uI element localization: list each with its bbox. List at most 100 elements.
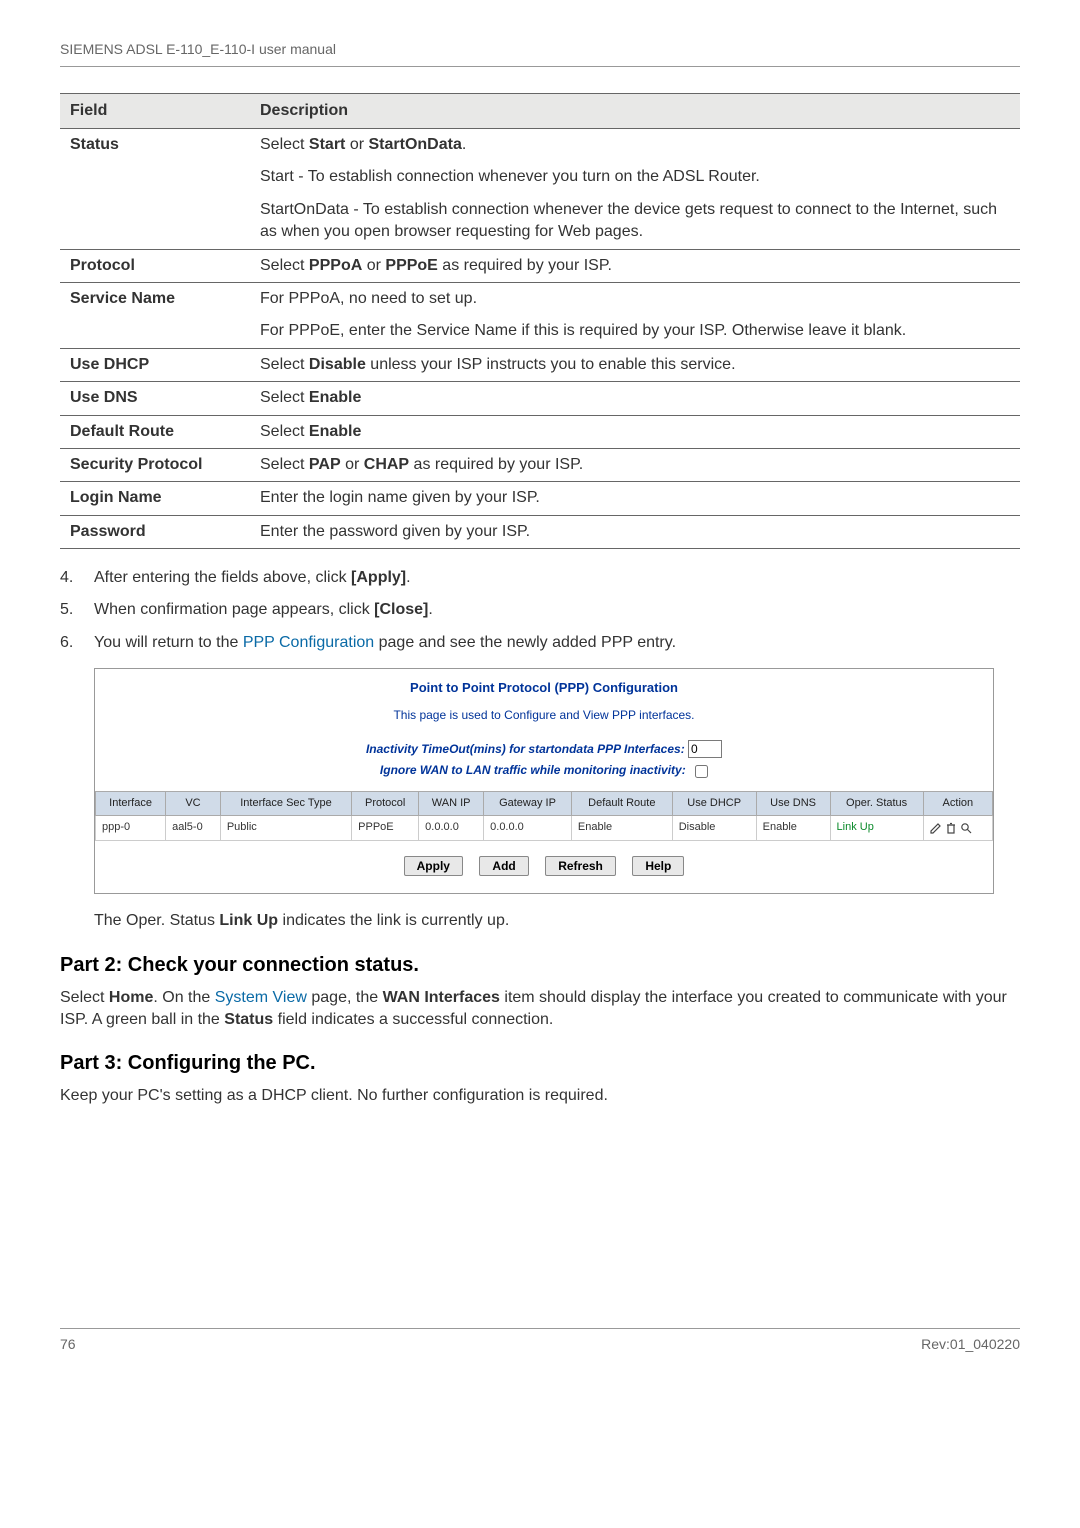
field-description: Select Disable unless your ISP instructs…	[250, 348, 1020, 381]
field-label: Status	[60, 128, 250, 161]
p2-b2: WAN Interfaces	[383, 989, 500, 1006]
field-label	[60, 161, 250, 193]
view-icon[interactable]	[960, 821, 972, 833]
field-label: Login Name	[60, 482, 250, 515]
field-label	[60, 315, 250, 348]
grid-column-header: WAN IP	[419, 792, 484, 816]
grid-column-header: Protocol	[352, 792, 419, 816]
apply-button[interactable]: Apply	[404, 856, 463, 876]
inactivity-label: Inactivity TimeOut(mins) for startondata…	[366, 742, 685, 756]
help-button[interactable]: Help	[632, 856, 684, 876]
step-6-post: page and see the newly added PPP entry.	[374, 634, 676, 651]
delete-icon[interactable]	[945, 821, 957, 833]
cell-interface: ppp-0	[96, 816, 166, 840]
part2-paragraph: Select Home. On the System View page, th…	[60, 987, 1020, 1032]
field-label: Password	[60, 515, 250, 548]
step-6: You will return to the PPP Configuration…	[60, 632, 1020, 654]
p2-link: System View	[215, 989, 307, 1006]
edit-icon[interactable]	[930, 821, 942, 833]
step-5-post: .	[428, 601, 432, 618]
field-label: Use DNS	[60, 382, 250, 415]
page-header: SIEMENS ADSL E-110_E-110-I user manual	[60, 40, 1020, 60]
step-5-bold: [Close]	[374, 601, 428, 618]
ppp-grid: InterfaceVCInterface Sec TypeProtocolWAN…	[95, 791, 993, 841]
after-post: indicates the link is currently up.	[278, 912, 509, 929]
inactivity-row: Inactivity TimeOut(mins) for startondata…	[95, 736, 993, 762]
inactivity-input[interactable]	[688, 740, 722, 758]
button-row: Apply Add Refresh Help	[95, 841, 993, 893]
grid-column-header: Default Route	[571, 792, 672, 816]
p2-mid1: . On the	[153, 989, 214, 1006]
after-pre: The Oper. Status	[94, 912, 219, 929]
add-button[interactable]: Add	[479, 856, 528, 876]
step-4-post: .	[406, 569, 410, 586]
field-label: Default Route	[60, 415, 250, 448]
field-description: Enter the login name given by your ISP.	[250, 482, 1020, 515]
p2-post: field indicates a successful connection.	[273, 1011, 553, 1028]
grid-column-header: Oper. Status	[830, 792, 923, 816]
cell-vc: aal5-0	[166, 816, 221, 840]
field-description: Select Enable	[250, 382, 1020, 415]
footer-rev: Rev:01_040220	[921, 1335, 1020, 1355]
p2-b1: Home	[109, 989, 153, 1006]
table-row: ppp-0 aal5-0 Public PPPoE 0.0.0.0 0.0.0.…	[96, 816, 993, 840]
grid-column-header: Action	[923, 792, 992, 816]
footer-page: 76	[60, 1335, 76, 1355]
header-divider	[60, 66, 1020, 67]
field-description: For PPPoA, no need to set up.	[250, 282, 1020, 315]
grid-column-header: Interface Sec Type	[220, 792, 351, 816]
cell-action	[923, 816, 992, 840]
cell-wanip: 0.0.0.0	[419, 816, 484, 840]
step-6-link: PPP Configuration	[243, 634, 374, 651]
cell-oper-status: Link Up	[830, 816, 923, 840]
panel-subtitle: This page is used to Configure and View …	[95, 701, 993, 736]
step-5-pre: When confirmation page appears, click	[94, 601, 374, 618]
part2-heading: Part 2: Check your connection status.	[60, 951, 1020, 979]
field-description: Start - To establish connection whenever…	[250, 161, 1020, 193]
field-description: StartOnData - To establish connection wh…	[250, 194, 1020, 249]
part3-heading: Part 3: Configuring the PC.	[60, 1049, 1020, 1077]
refresh-button[interactable]: Refresh	[545, 856, 616, 876]
grid-column-header: VC	[166, 792, 221, 816]
cell-usedns: Enable	[756, 816, 830, 840]
ppp-config-panel: Point to Point Protocol (PPP) Configurat…	[94, 668, 994, 894]
field-description: Select Enable	[250, 415, 1020, 448]
after-bold: Link Up	[219, 912, 278, 929]
field-label	[60, 194, 250, 249]
panel-title: Point to Point Protocol (PPP) Configurat…	[95, 669, 993, 701]
step-4-pre: After entering the fields above, click	[94, 569, 351, 586]
field-description: Enter the password given by your ISP.	[250, 515, 1020, 548]
steps-list: After entering the fields above, click […	[60, 567, 1020, 654]
ignore-checkbox[interactable]	[695, 765, 708, 778]
after-panel-note: The Oper. Status Link Up indicates the l…	[94, 910, 1020, 932]
p2-b3: Status	[224, 1011, 273, 1028]
grid-column-header: Gateway IP	[484, 792, 572, 816]
fields-table: Field Description StatusSelect Start or …	[60, 93, 1020, 549]
footer-divider	[60, 1328, 1020, 1329]
p2-pre: Select	[60, 989, 109, 1006]
ignore-label: Ignore WAN to LAN traffic while monitori…	[380, 763, 686, 777]
field-description: Select PAP or CHAP as required by your I…	[250, 448, 1020, 481]
grid-column-header: Interface	[96, 792, 166, 816]
step-4-bold: [Apply]	[351, 569, 406, 586]
page-footer: 76 Rev:01_040220	[60, 1328, 1020, 1355]
step-4: After entering the fields above, click […	[60, 567, 1020, 589]
field-description: Select PPPoA or PPPoE as required by you…	[250, 249, 1020, 282]
th-field: Field	[60, 93, 250, 128]
step-6-pre: You will return to the	[94, 634, 243, 651]
field-description: Select Start or StartOnData.	[250, 128, 1020, 161]
field-label: Protocol	[60, 249, 250, 282]
th-description: Description	[250, 93, 1020, 128]
part3-paragraph: Keep your PC's setting as a DHCP client.…	[60, 1085, 1020, 1107]
grid-column-header: Use DNS	[756, 792, 830, 816]
ignore-row: Ignore WAN to LAN traffic while monitori…	[95, 762, 993, 791]
field-description: For PPPoE, enter the Service Name if thi…	[250, 315, 1020, 348]
cell-gwip: 0.0.0.0	[484, 816, 572, 840]
field-label: Service Name	[60, 282, 250, 315]
field-label: Use DHCP	[60, 348, 250, 381]
step-5: When confirmation page appears, click [C…	[60, 599, 1020, 621]
cell-defroute: Enable	[571, 816, 672, 840]
field-label: Security Protocol	[60, 448, 250, 481]
cell-sectype: Public	[220, 816, 351, 840]
cell-usedhcp: Disable	[672, 816, 756, 840]
